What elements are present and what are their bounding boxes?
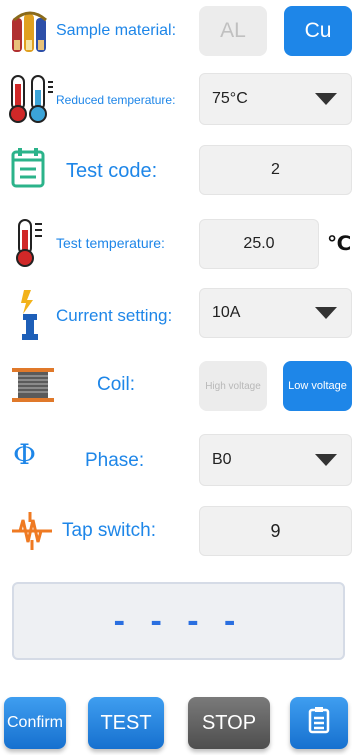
phase-label: Phase: xyxy=(85,450,145,471)
current-setting-select[interactable]: 10A xyxy=(199,288,352,338)
thermometer-pair-icon xyxy=(8,74,54,124)
test-code-field[interactable]: 2 xyxy=(199,145,352,195)
sample-material-label: Sample material: xyxy=(56,22,177,39)
clipboard-checklist-icon xyxy=(10,146,46,188)
tap-switch-field[interactable]: 9 xyxy=(199,506,352,556)
material-cu-button[interactable]: Cu xyxy=(284,6,352,56)
test-temperature-label: Test temperature: xyxy=(56,235,165,251)
sample-material-icon xyxy=(10,10,50,54)
coil-high-voltage-button[interactable]: High voltage xyxy=(199,361,267,411)
phase-value: B0 xyxy=(212,451,232,468)
current-setting-label: Current setting: xyxy=(56,306,173,325)
chevron-down-icon xyxy=(315,307,337,319)
coil-low-voltage-button[interactable]: Low voltage xyxy=(283,361,352,411)
stop-button[interactable]: STOP xyxy=(188,697,270,749)
phase-select[interactable]: B0 xyxy=(199,434,352,486)
thermometer-icon xyxy=(14,218,44,268)
chevron-down-icon xyxy=(315,93,337,105)
report-button[interactable] xyxy=(290,697,348,749)
coil-icon xyxy=(10,366,56,404)
current-setting-value: 10A xyxy=(212,304,241,321)
test-code-label: Test code: xyxy=(66,160,158,182)
reduced-temperature-label: Reduced temperature: xyxy=(56,93,176,107)
test-temperature-field[interactable]: 25.0 xyxy=(199,219,319,269)
temperature-unit: ℃ xyxy=(327,233,352,255)
reduced-temperature-value: 75°C xyxy=(212,90,248,107)
test-button[interactable]: TEST xyxy=(88,697,164,749)
confirm-button[interactable]: Confirm xyxy=(4,697,66,749)
tap-switch-label: Tap switch: xyxy=(62,520,156,541)
current-icon xyxy=(18,288,42,342)
tap-switch-icon xyxy=(10,510,54,552)
chevron-down-icon xyxy=(315,454,337,466)
phase-icon: Φ xyxy=(13,438,36,471)
coil-label: Coil: xyxy=(97,374,136,395)
result-display: - - - - xyxy=(12,582,345,660)
material-al-button[interactable]: AL xyxy=(199,6,267,56)
result-display-value: - - - - xyxy=(113,601,244,640)
reduced-temperature-select[interactable]: 75°C xyxy=(199,73,352,125)
clipboard-icon xyxy=(308,706,330,740)
